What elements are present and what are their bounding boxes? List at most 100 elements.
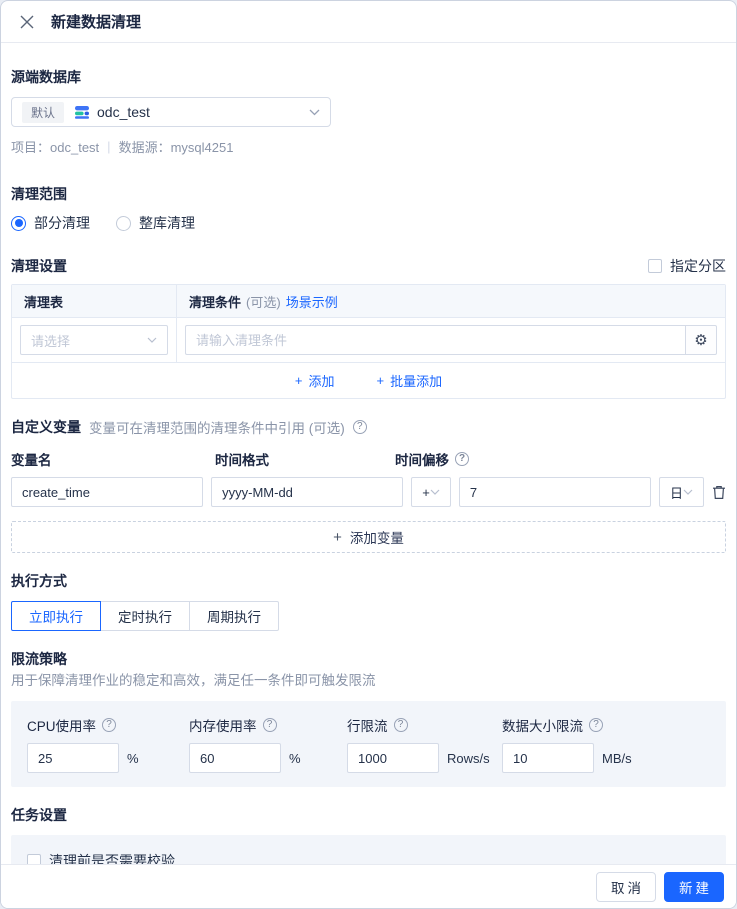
field-unit: % [127, 750, 139, 766]
task-settings-label: 任务设置 [11, 807, 67, 823]
chevron-down-icon [683, 489, 693, 495]
chevron-down-icon [147, 337, 157, 343]
field-unit: Rows/s [447, 750, 490, 766]
dialog-header: 新建数据清理 [1, 1, 736, 43]
offset-value-input[interactable] [458, 477, 651, 507]
tab-execute-now[interactable]: 立即执行 [11, 601, 101, 631]
unit-value: 日 [669, 485, 683, 501]
new-data-cleanup-dialog: 新建数据清理 源端数据库 默认 odc_test 项目：odc_test | 数… [0, 0, 737, 909]
cleanup-table-header: 清理表 清理条件 (可选) 场景示例 [12, 285, 725, 317]
col-time-offset: 时间偏移 [395, 453, 449, 468]
task-settings-panel: 清理前是否需要校验 [11, 835, 726, 864]
source-db-value: odc_test [97, 104, 150, 120]
plus-icon: + [294, 373, 303, 388]
variables-hint: 变量可在清理范围的清理条件中引用 (可选) [89, 421, 345, 436]
help-icon[interactable]: ? [393, 718, 408, 732]
verify-checkbox-row[interactable]: 清理前是否需要校验 [27, 851, 710, 864]
field-label: CPU使用率 [27, 719, 97, 734]
col-variable-name: 变量名 [11, 453, 52, 468]
radio-label: 整库清理 [139, 215, 195, 231]
throttle-panel: CPU使用率 ? % 内存使用率 ? % [11, 701, 726, 787]
throttle-field-memory: 内存使用率 ? % [189, 715, 347, 773]
throttle-field-cpu: CPU使用率 ? % [27, 715, 189, 773]
source-db-meta: 项目：odc_test | 数据源：mysql4251 [11, 137, 726, 156]
field-unit: MB/s [602, 750, 632, 766]
settings-label: 清理设置 [11, 258, 67, 274]
verify-checkbox[interactable] [27, 854, 41, 864]
add-row-button[interactable]: + 添加 [295, 371, 335, 390]
execution-label: 执行方式 [11, 573, 67, 589]
help-icon[interactable]: ? [352, 420, 367, 434]
variable-row: + 日 [11, 477, 726, 507]
source-db-select[interactable]: 默认 odc_test [11, 97, 331, 127]
verify-checkbox-label: 清理前是否需要校验 [49, 853, 175, 864]
cancel-button[interactable]: 取消 [596, 871, 656, 902]
col-time-format: 时间格式 [215, 453, 269, 468]
execution-segmented: 立即执行 定时执行 周期执行 [11, 601, 726, 631]
radio-selected-icon [11, 215, 26, 231]
operator-value: + [422, 484, 430, 500]
datasource-label: 数据源： [118, 140, 171, 155]
partition-checkbox-label: 指定分区 [670, 258, 726, 274]
field-unit: % [289, 750, 301, 766]
throttle-field-datasize: 数据大小限流 ? MB/s [502, 715, 710, 773]
gear-icon[interactable]: ⚙ [685, 325, 717, 355]
time-format-input[interactable] [211, 477, 404, 507]
col-condition-optional: (可选) [246, 294, 281, 310]
radio-unselected-icon [116, 215, 131, 231]
help-icon[interactable]: ? [455, 452, 469, 466]
throttle-description: 用于保障清理作业的稳定和高效，满足任一条件即可触发限流 [11, 673, 376, 688]
meta-separator: | [107, 139, 111, 154]
close-icon[interactable] [17, 12, 37, 32]
delete-variable-icon[interactable] [712, 481, 726, 503]
cpu-usage-input[interactable] [27, 743, 119, 773]
project-label: 项目： [11, 140, 51, 155]
variable-name-input[interactable] [11, 477, 204, 507]
cleanup-table-select[interactable]: 请选择 [20, 325, 168, 355]
col-cleanup-table: 清理表 [12, 285, 177, 317]
data-size-limit-input[interactable] [502, 743, 594, 773]
select-placeholder: 请选择 [31, 333, 71, 349]
cleanup-table-footer: + 添加 + 批量添加 [12, 362, 725, 398]
cleanup-table-row: 请选择 ⚙ [12, 317, 725, 362]
cleanup-condition-input[interactable] [185, 325, 685, 355]
memory-usage-input[interactable] [189, 743, 281, 773]
field-label: 内存使用率 [189, 719, 257, 734]
radio-partial-cleanup[interactable]: 部分清理 [11, 213, 90, 233]
field-label: 行限流 [347, 719, 388, 734]
partition-checkbox[interactable] [648, 259, 662, 273]
scenario-example-link[interactable]: 场景示例 [286, 292, 338, 311]
plus-icon: + [333, 528, 342, 546]
tab-execute-periodic[interactable]: 周期执行 [189, 601, 279, 631]
throttle-field-rows: 行限流 ? Rows/s [347, 715, 502, 773]
batch-add-label: 批量添加 [390, 374, 443, 389]
add-variable-button[interactable]: + 添加变量 [11, 521, 726, 553]
add-variable-label: 添加变量 [349, 531, 404, 546]
offset-unit-select[interactable]: 日 [658, 477, 704, 507]
dialog-title: 新建数据清理 [51, 14, 142, 31]
throttle-label: 限流策略 [11, 651, 67, 667]
dialog-body: 源端数据库 默认 odc_test 项目：odc_test | 数据源：mysq… [1, 43, 736, 864]
partition-checkbox-row[interactable]: 指定分区 [648, 256, 726, 276]
default-badge: 默认 [22, 101, 65, 123]
chevron-down-icon [309, 109, 320, 116]
batch-add-button[interactable]: + 批量添加 [377, 371, 443, 390]
field-label: 数据大小限流 [502, 719, 583, 734]
row-limit-input[interactable] [347, 743, 439, 773]
plus-icon: + [376, 373, 385, 388]
source-db-label: 源端数据库 [11, 69, 81, 85]
variables-columns: 变量名 时间格式 时间偏移 ? [11, 449, 726, 469]
dialog-footer: 取消 新建 [1, 864, 736, 908]
datasource-value: mysql4251 [170, 140, 234, 155]
help-icon[interactable]: ? [262, 718, 277, 732]
radio-label: 部分清理 [34, 215, 90, 231]
offset-operator-select[interactable]: + [411, 477, 451, 507]
radio-full-db-cleanup[interactable]: 整库清理 [116, 213, 195, 233]
help-icon[interactable]: ? [102, 718, 117, 732]
scope-label: 清理范围 [11, 186, 67, 202]
tab-execute-scheduled[interactable]: 定时执行 [100, 601, 190, 631]
project-value: odc_test [50, 140, 100, 155]
add-row-label: 添加 [308, 374, 335, 389]
help-icon[interactable]: ? [589, 718, 603, 732]
submit-button[interactable]: 新建 [664, 871, 724, 902]
